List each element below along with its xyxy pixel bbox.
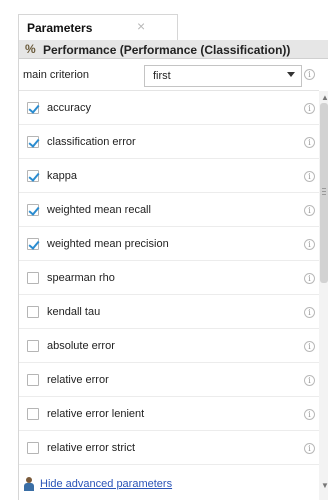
info-icon[interactable]: i — [304, 137, 315, 148]
tab-strip: Parameters × — [0, 0, 328, 40]
parameter-label: spearman rho — [47, 272, 115, 284]
parameter-row[interactable]: kappa i — [19, 159, 319, 193]
main-criterion-select[interactable]: first — [144, 65, 302, 87]
parameter-label: classification error — [47, 136, 136, 148]
parameter-checkbox[interactable] — [27, 442, 39, 454]
parameter-list: accuracy i classification error i kappa i weig… — [19, 91, 319, 500]
info-icon[interactable]: i — [304, 239, 315, 250]
parameter-row[interactable]: absolute error i — [19, 329, 319, 363]
parameters-panel: % Performance (Performance (Classificati… — [18, 40, 328, 500]
parameter-checkbox[interactable] — [27, 204, 39, 216]
scrollbar-thumb[interactable] — [320, 103, 328, 283]
parameter-checkbox[interactable] — [27, 340, 39, 352]
info-icon[interactable]: i — [304, 409, 315, 420]
main-criterion-value: first — [153, 70, 171, 82]
info-icon[interactable]: i — [304, 69, 315, 80]
parameter-row[interactable]: spearman rho i — [19, 261, 319, 295]
grip-icon — [322, 188, 326, 189]
close-icon[interactable]: × — [137, 18, 145, 34]
parameter-label: kendall tau — [47, 306, 101, 318]
parameter-checkbox[interactable] — [27, 102, 39, 114]
parameter-label: accuracy — [47, 102, 92, 114]
info-icon[interactable]: i — [304, 307, 315, 318]
parameter-checkbox[interactable] — [27, 238, 39, 250]
operator-title: Performance (Performance (Classification… — [43, 43, 291, 57]
scroll-up-arrow-icon[interactable]: ▲ — [321, 93, 328, 102]
parameter-row[interactable]: kendall tau i — [19, 295, 319, 329]
parameter-row[interactable]: accuracy i — [19, 91, 319, 125]
parameter-row[interactable]: relative error lenient i — [19, 397, 319, 431]
parameter-checkbox[interactable] — [27, 408, 39, 420]
footer: Hide advanced parameters — [18, 476, 328, 496]
info-icon[interactable]: i — [304, 103, 315, 114]
parameter-label: relative error strict — [47, 442, 136, 454]
info-icon[interactable]: i — [304, 171, 315, 182]
parameter-row[interactable]: relative error strict i — [19, 431, 319, 465]
parameter-label: absolute error — [47, 340, 115, 352]
parameter-row[interactable]: weighted mean precision i — [19, 227, 319, 261]
parameter-label: relative error — [47, 374, 109, 386]
tab-parameters-label: Parameters — [27, 21, 93, 35]
main-criterion-label: main criterion — [23, 69, 90, 81]
info-icon[interactable]: i — [304, 375, 315, 386]
parameter-label: weighted mean precision — [47, 238, 169, 250]
info-icon[interactable]: i — [304, 273, 315, 284]
parameter-checkbox[interactable] — [27, 136, 39, 148]
info-icon[interactable]: i — [304, 341, 315, 352]
tab-parameters[interactable]: Parameters × — [18, 14, 178, 40]
chevron-down-icon — [287, 72, 295, 77]
parameter-row[interactable]: classification error i — [19, 125, 319, 159]
parameter-label: weighted mean recall — [47, 204, 151, 216]
parameter-row[interactable]: weighted mean recall i — [19, 193, 319, 227]
parameter-checkbox[interactable] — [27, 374, 39, 386]
vertical-scrollbar[interactable]: ▲ ▼ — [319, 91, 328, 500]
parameter-checkbox[interactable] — [27, 272, 39, 284]
parameter-checkbox[interactable] — [27, 170, 39, 182]
hide-advanced-parameters-link[interactable]: Hide advanced parameters — [40, 478, 172, 490]
parameter-label: kappa — [47, 170, 77, 182]
info-icon[interactable]: i — [304, 443, 315, 454]
main-criterion-row: main criterion first i — [19, 59, 319, 91]
parameter-row[interactable]: relative error i — [19, 363, 319, 397]
user-icon — [22, 477, 36, 491]
percent-icon: % — [25, 42, 36, 56]
parameter-label: relative error lenient — [47, 408, 145, 420]
info-icon[interactable]: i — [304, 205, 315, 216]
parameter-checkbox[interactable] — [27, 306, 39, 318]
operator-header: % Performance (Performance (Classificati… — [19, 40, 328, 59]
